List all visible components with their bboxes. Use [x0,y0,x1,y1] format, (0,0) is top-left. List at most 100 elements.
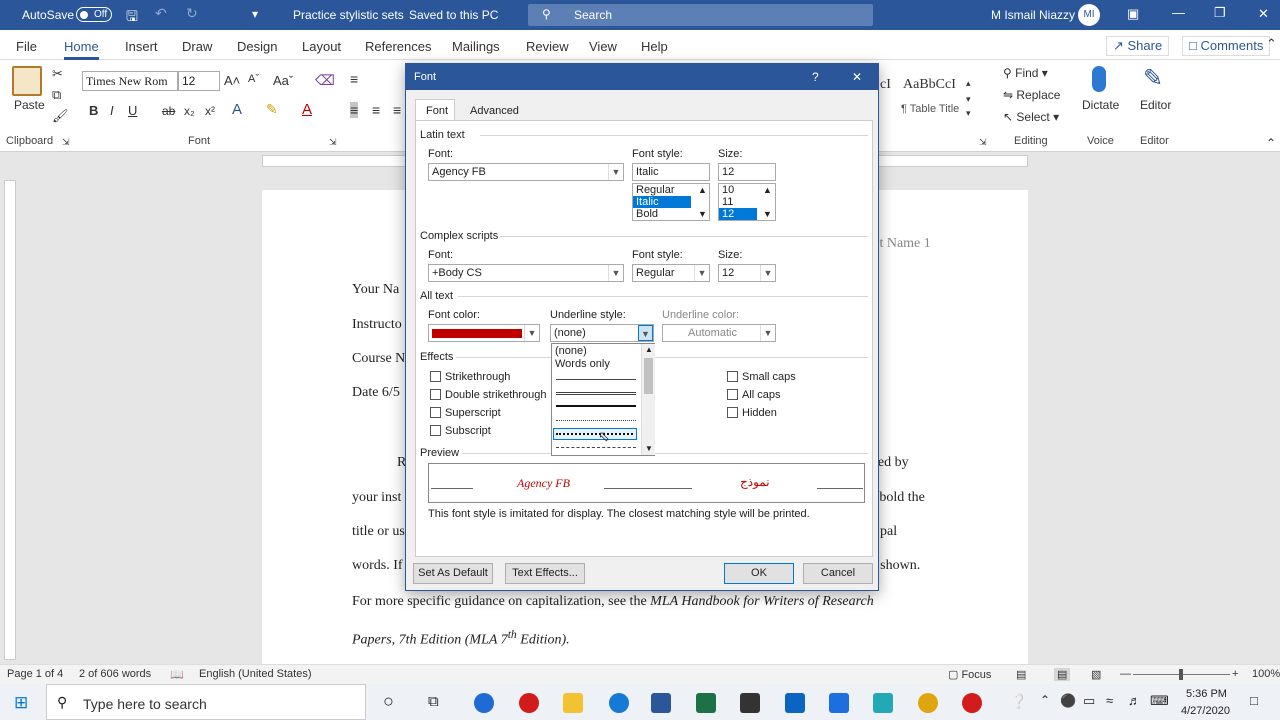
tab-file[interactable]: File [16,39,37,54]
font-color-select[interactable]: ▼ [428,324,540,342]
dialog-help-icon[interactable]: ? [812,70,819,84]
list-item-selected[interactable]: Italic [633,196,691,208]
tab-layout[interactable]: Layout [302,39,341,54]
underline-option-double[interactable] [556,392,636,395]
chevron-up-icon[interactable]: ⌃ [1266,36,1277,52]
align-right-icon[interactable]: ≡ [393,102,401,118]
latin-font-select[interactable]: Agency FB ▼ [428,163,624,181]
clock-date[interactable]: 4/27/2020 [1181,705,1230,717]
tab-review[interactable]: Review [526,39,569,54]
scroll-down-icon[interactable]: ▼ [763,209,772,219]
app-b-icon[interactable] [474,693,494,713]
copy-icon[interactable]: ⧉ [52,87,61,103]
editor-icon[interactable]: ✎ [1143,64,1163,93]
bold-button[interactable]: B [89,103,98,118]
wifi-icon[interactable]: ≈ [1106,693,1113,708]
mic-tray-icon[interactable]: ⚫ [1060,693,1076,709]
tab-home[interactable]: Home [64,39,99,60]
mail-icon[interactable] [785,693,805,713]
cancel-button[interactable]: Cancel [803,563,873,584]
styles-scroll-up-icon[interactable]: ▴ [966,78,971,89]
double-strikethrough-checkbox[interactable] [430,389,441,400]
word-count[interactable]: 2 of 606 words [79,668,151,680]
battery-icon[interactable]: ▭ [1083,693,1095,709]
highlight-icon[interactable]: ✎ [266,101,278,118]
vertical-ruler[interactable] [4,180,16,660]
print-layout-icon[interactable]: ▤ [1054,668,1071,681]
recorder-icon[interactable] [519,693,539,713]
zoom-in-icon[interactable]: + [1232,668,1238,680]
tab-draw[interactable]: Draw [182,39,212,54]
minimize-icon[interactable]: — [1172,5,1185,20]
undo-icon[interactable]: ↶ [155,5,167,22]
format-painter-icon[interactable]: 🖌 [52,108,69,124]
list-item-selected[interactable]: 12 [719,208,757,220]
focus-button[interactable]: ▢ Focus [948,668,991,681]
scroll-up-icon[interactable]: ▲ [763,185,772,195]
small-caps-checkbox[interactable] [727,371,738,382]
save-icon[interactable]: 🖫 [126,6,138,30]
scroll-up-icon[interactable]: ▲ [645,345,653,354]
hidden-checkbox[interactable] [727,407,738,418]
dropdown-scrollbar[interactable]: ▲ ▼ [641,344,655,455]
superscript-checkbox[interactable] [430,407,441,418]
chrome-icon[interactable] [918,693,938,713]
task-view-icon[interactable]: ⧉ [428,693,439,710]
web-layout-icon[interactable]: ▧ [1091,668,1101,681]
taskbar-search[interactable]: ⚲ Type here to search [46,684,366,720]
bullets-icon[interactable]: ≡ [350,71,358,87]
style-table-title[interactable]: ¶ Table Title [901,103,959,115]
cortana-icon[interactable]: ○ [383,691,394,712]
read-mode-icon[interactable]: ▤ [1016,668,1026,681]
styles-more-icon[interactable]: ▾ [966,108,971,119]
language[interactable]: English (United States) [199,668,312,680]
align-center-icon[interactable]: ≡ [372,102,380,118]
font-name-box[interactable]: Times New Rom [82,71,178,91]
notifications-icon[interactable]: □ [1250,693,1258,708]
list-item[interactable]: 11 [719,196,775,208]
editor-label[interactable]: Editor [1140,98,1171,112]
replace-button[interactable]: ⇋ Replace [1003,88,1060,102]
edge-icon[interactable] [609,693,629,713]
text-effects-button[interactable]: Text Effects... [505,563,585,584]
font-size-box[interactable]: 12 [178,71,220,91]
styles-scroll-down-icon[interactable]: ▾ [966,94,971,105]
tab-advanced[interactable]: Advanced [470,105,519,117]
save-status[interactable]: Saved to this PC [409,8,498,22]
underline-option-dotted[interactable] [556,420,636,421]
scroll-up-icon[interactable]: ▲ [698,185,707,195]
underline-option-words-only[interactable]: Words only [555,358,610,370]
underline-option-heavy-dotted[interactable] [553,428,637,440]
tab-insert[interactable]: Insert [125,39,158,54]
tab-view[interactable]: View [589,39,617,54]
complex-style-select[interactable]: Regular ▼ [632,264,710,282]
latin-size-input[interactable]: 12 [718,163,776,181]
redo-icon[interactable]: ↻ [186,5,198,22]
page-count[interactable]: Page 1 of 4 [7,668,63,680]
scroll-thumb[interactable] [644,358,653,394]
file-explorer-icon[interactable] [563,693,583,713]
keyboard-icon[interactable]: ⌨ [1150,693,1169,709]
volume-icon[interactable]: ♬ [1128,693,1141,708]
search-box[interactable]: ⚲ Search [528,4,873,26]
shrink-font-icon[interactable]: Aˇ [248,73,259,85]
double-strikethrough-label[interactable]: Double strikethrough [445,389,547,401]
all-caps-checkbox[interactable] [727,389,738,400]
close-window-icon[interactable]: ✕ [1258,6,1269,22]
all-caps-label[interactable]: All caps [742,389,781,401]
user-name[interactable]: M Ismail Niazzy [991,8,1075,22]
ok-button[interactable]: OK [724,563,794,584]
tab-mailings[interactable]: Mailings [452,39,500,54]
scroll-down-icon[interactable]: ▼ [698,209,707,219]
underline-option-thick[interactable] [556,405,636,407]
subscript-label[interactable]: Subscript [445,425,491,437]
paste-label[interactable]: Paste [14,98,45,112]
maximize-icon[interactable]: ❐ [1214,5,1226,21]
italic-button[interactable]: I [110,103,114,118]
tab-font[interactable]: Font [415,99,455,121]
tab-references[interactable]: References [365,39,431,54]
windows-start-icon[interactable]: ⊞ [14,693,28,713]
strikethrough-label[interactable]: Strikethrough [445,371,510,383]
strikethrough-button[interactable]: ab [162,104,175,118]
cut-icon[interactable]: ✂ [52,66,63,82]
